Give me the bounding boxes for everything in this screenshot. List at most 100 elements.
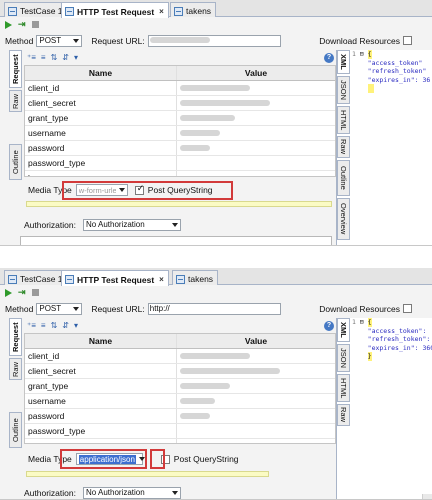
param-value[interactable]	[177, 96, 335, 110]
table-row[interactable]: language	[25, 171, 335, 176]
more-options-icon[interactable]: ▾	[74, 53, 78, 62]
tab-outline[interactable]: Outline	[9, 144, 22, 180]
param-value[interactable]	[177, 156, 335, 170]
tab-takens[interactable]: takens	[172, 270, 219, 285]
tab-takens[interactable]: takens	[170, 2, 217, 17]
tab-raw[interactable]: Raw	[337, 136, 350, 158]
param-name[interactable]: username	[25, 394, 177, 408]
authorization-select[interactable]: No Authorization	[82, 218, 181, 231]
table-row[interactable]: grant_type	[25, 111, 335, 126]
tab-http-test-request[interactable]: HTTP Test Request ×	[61, 2, 169, 18]
param-value[interactable]	[177, 126, 335, 140]
method-select[interactable]: POST	[36, 34, 83, 47]
tab-request[interactable]: Request	[9, 50, 22, 88]
table-row[interactable]: client_id	[25, 81, 335, 96]
download-resources-checkbox[interactable]	[403, 36, 412, 45]
table-row[interactable]: client_id	[25, 349, 335, 364]
tab-testcase[interactable]: TestCase 1	[4, 270, 68, 285]
tab-testcase[interactable]: TestCase 1	[4, 2, 68, 17]
param-value[interactable]	[177, 439, 335, 443]
sort-param-icon[interactable]: ⇵	[62, 53, 69, 62]
tab-outline[interactable]: Outline	[9, 412, 22, 448]
param-value[interactable]	[177, 349, 335, 363]
table-row[interactable]: client_secret	[25, 96, 335, 111]
tab-raw[interactable]: Raw	[9, 90, 22, 112]
param-name[interactable]: password	[25, 409, 177, 423]
stop-icon[interactable]	[31, 289, 39, 296]
param-value[interactable]	[177, 364, 335, 378]
close-icon[interactable]: ×	[159, 7, 164, 16]
step-icon[interactable]: ⇥	[18, 19, 26, 30]
param-name[interactable]: client_secret	[25, 96, 177, 110]
remove-param-icon[interactable]: ≡	[41, 53, 46, 62]
param-value[interactable]	[177, 409, 335, 423]
param-name[interactable]: client_id	[25, 349, 177, 363]
tab-html[interactable]: HTML	[337, 106, 350, 134]
table-row[interactable]: password_type	[25, 424, 335, 439]
param-value[interactable]	[177, 111, 335, 125]
tab-request[interactable]: Request	[9, 318, 22, 356]
param-value[interactable]	[177, 81, 335, 95]
column-header-name[interactable]: Name	[25, 334, 177, 348]
sort-param-icon[interactable]: ⇵	[62, 321, 69, 330]
remove-param-icon[interactable]: ≡	[41, 321, 46, 330]
param-value[interactable]	[177, 424, 335, 438]
param-name[interactable]: client_id	[25, 81, 177, 95]
request-url-input[interactable]: http://	[147, 302, 281, 315]
table-row[interactable]: language	[25, 439, 335, 443]
help-icon[interactable]: ?	[324, 320, 334, 331]
param-value[interactable]	[177, 394, 335, 408]
json-line: "access_token":	[352, 327, 432, 336]
run-icon[interactable]	[5, 288, 12, 297]
table-row[interactable]: password	[25, 141, 335, 156]
table-row[interactable]: client_secret	[25, 364, 335, 379]
table-row[interactable]: username	[25, 394, 335, 409]
add-param-icon[interactable]: ⁺≡	[27, 53, 36, 62]
table-row[interactable]: password_type	[25, 156, 335, 171]
tab-xml[interactable]: XML	[337, 318, 350, 342]
more-options-icon[interactable]: ▾	[74, 321, 78, 330]
param-name[interactable]: password_type	[25, 156, 177, 170]
tab-raw[interactable]: Raw	[337, 404, 350, 426]
param-name[interactable]: password	[25, 141, 177, 155]
authorization-select[interactable]: No Authorization	[82, 486, 181, 499]
param-name[interactable]: username	[25, 126, 177, 140]
column-header-value[interactable]: Value	[177, 334, 335, 348]
request-url-input[interactable]	[147, 34, 281, 47]
tab-xml[interactable]: XML	[337, 50, 350, 74]
tab-http-test-request[interactable]: HTTP Test Request ×	[61, 270, 169, 286]
tab-raw[interactable]: Raw	[9, 358, 22, 380]
column-header-name[interactable]: Name	[25, 66, 177, 80]
close-icon[interactable]: ×	[159, 275, 164, 284]
column-header-value[interactable]: Value	[177, 66, 335, 80]
move-param-icon[interactable]: ⇅	[51, 53, 58, 62]
tab-json[interactable]: JSON	[337, 344, 350, 372]
add-param-icon[interactable]: ⁺≡	[27, 321, 36, 330]
tab-json[interactable]: JSON	[337, 76, 350, 104]
help-icon[interactable]: ?	[324, 52, 334, 63]
method-select[interactable]: POST	[36, 302, 83, 315]
param-name[interactable]: client_secret	[25, 364, 177, 378]
stop-icon[interactable]	[31, 21, 39, 28]
param-value[interactable]	[177, 379, 335, 393]
tab-outline[interactable]: Outline	[337, 160, 350, 196]
param-name[interactable]: grant_type	[25, 111, 177, 125]
param-name[interactable]: grant_type	[25, 379, 177, 393]
step-icon[interactable]: ⇥	[18, 287, 26, 298]
table-row[interactable]: grant_type	[25, 379, 335, 394]
tab-html[interactable]: HTML	[337, 374, 350, 402]
param-value[interactable]	[177, 141, 335, 155]
move-param-icon[interactable]: ⇅	[51, 321, 58, 330]
table-row[interactable]: password	[25, 409, 335, 424]
param-name[interactable]: language	[25, 439, 177, 443]
run-icon[interactable]	[5, 20, 12, 29]
scrollbar[interactable]	[422, 494, 432, 499]
param-name[interactable]: password_type	[25, 424, 177, 438]
download-resources-checkbox[interactable]	[403, 304, 412, 313]
param-name[interactable]: language	[25, 171, 177, 176]
splitter-bar[interactable]	[26, 471, 269, 477]
param-value[interactable]	[177, 171, 335, 176]
splitter-bar[interactable]	[26, 201, 332, 207]
table-row[interactable]: username	[25, 126, 335, 141]
tab-overview[interactable]: Overview	[337, 198, 350, 240]
